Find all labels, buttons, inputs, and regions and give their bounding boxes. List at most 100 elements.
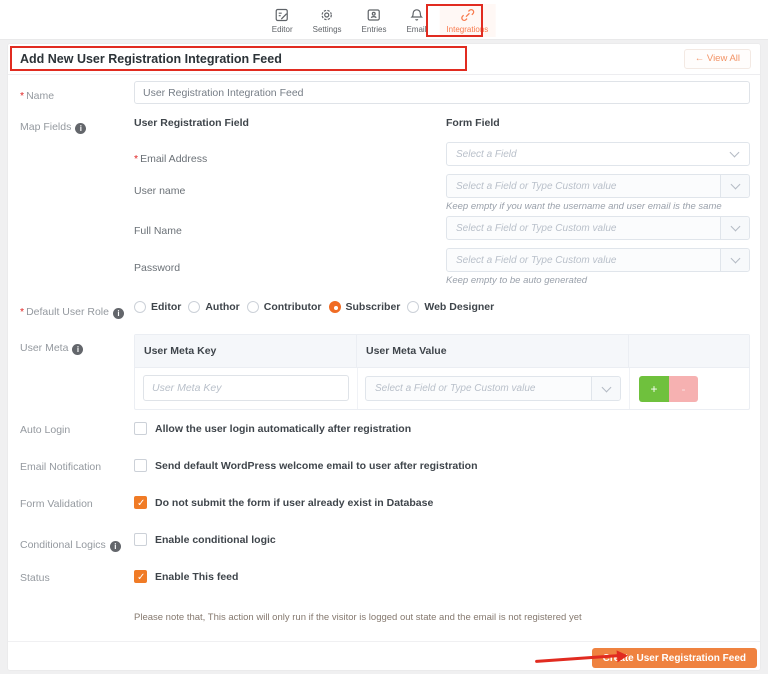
tab-editor-label: Editor bbox=[272, 25, 293, 34]
password-helper-text: Keep empty to be auto generated bbox=[446, 275, 587, 286]
radio-icon[interactable] bbox=[247, 301, 259, 313]
name-label: Name bbox=[26, 90, 54, 102]
default-user-role-row-label: *Default User Role bbox=[20, 302, 124, 320]
select-placeholder: Select a Field or Type Custom value bbox=[447, 223, 720, 234]
user-meta-label: User Meta bbox=[20, 342, 68, 354]
create-feed-button[interactable]: Create User Registration Feed bbox=[592, 648, 757, 668]
checkbox-icon-checked[interactable] bbox=[134, 570, 147, 583]
conditional-logics-info-icon[interactable] bbox=[110, 541, 121, 552]
radio-option-contributor[interactable]: Contributor bbox=[247, 301, 322, 313]
radio-icon-checked[interactable] bbox=[329, 301, 341, 313]
checkbox-label: Enable conditional logic bbox=[155, 534, 276, 546]
fullname-select-dropdown-button[interactable] bbox=[720, 217, 749, 239]
form-toolbar: Editor Settings Entries bbox=[0, 0, 768, 40]
tab-integrations[interactable]: Integrations bbox=[439, 4, 495, 37]
map-field-name-fullname: Full Name bbox=[134, 225, 182, 237]
tab-editor[interactable]: Editor bbox=[265, 4, 300, 37]
page-title: Add New User Registration Integration Fe… bbox=[20, 52, 282, 66]
tab-email[interactable]: Email bbox=[399, 4, 433, 37]
required-asterisk: * bbox=[20, 306, 24, 318]
add-meta-row-button[interactable]: + bbox=[639, 376, 669, 402]
checkbox-label: Allow the user login automatically after… bbox=[155, 423, 411, 435]
page: Editor Settings Entries bbox=[0, 0, 768, 674]
email-notification-label: Email Notification bbox=[20, 461, 101, 473]
radio-label: Editor bbox=[151, 301, 181, 313]
radio-icon[interactable] bbox=[188, 301, 200, 313]
chevron-down-icon bbox=[730, 180, 740, 190]
username-select[interactable]: Select a Field or Type Custom value bbox=[446, 174, 750, 198]
status-checkbox-row[interactable]: Enable This feed bbox=[134, 570, 238, 583]
checkbox-icon-checked[interactable] bbox=[134, 496, 147, 509]
password-select[interactable]: Select a Field or Type Custom value bbox=[446, 248, 750, 272]
user-meta-row-label: User Meta bbox=[20, 338, 83, 356]
username-select-dropdown-button[interactable] bbox=[720, 175, 749, 197]
remove-meta-row-button[interactable]: - bbox=[669, 376, 698, 402]
select-placeholder: Select a Field or Type Custom value bbox=[447, 255, 720, 266]
required-asterisk: * bbox=[134, 153, 138, 165]
email-address-select[interactable]: Select a Field bbox=[446, 142, 750, 166]
user-meta-value-header: User Meta Value bbox=[357, 335, 629, 367]
integrations-link-icon bbox=[459, 7, 475, 23]
password-select-dropdown-button[interactable] bbox=[720, 249, 749, 271]
select-placeholder: Select a Field or Type Custom value bbox=[366, 383, 591, 394]
map-fields-info-icon[interactable] bbox=[75, 123, 86, 134]
radio-label: Subscriber bbox=[346, 301, 401, 313]
column-header-form-field: Form Field bbox=[446, 117, 500, 129]
chevron-down-icon bbox=[730, 148, 740, 158]
user-meta-info-icon[interactable] bbox=[72, 344, 83, 355]
radio-option-editor[interactable]: Editor bbox=[134, 301, 181, 313]
conditional-logics-label: Conditional Logics bbox=[20, 539, 106, 551]
default-user-role-label: Default User Role bbox=[26, 306, 109, 318]
integration-feed-card: Add New User Registration Integration Fe… bbox=[8, 44, 760, 670]
auto-login-label: Auto Login bbox=[20, 424, 70, 436]
checkbox-label: Do not submit the form if user already e… bbox=[155, 497, 433, 509]
footer-divider bbox=[8, 641, 760, 642]
checkbox-label: Send default WordPress welcome email to … bbox=[155, 460, 477, 472]
checkbox-icon[interactable] bbox=[134, 422, 147, 435]
tab-entries-label: Entries bbox=[362, 25, 387, 34]
user-meta-table: User Meta Key User Meta Value Select a F… bbox=[134, 334, 750, 410]
view-all-button[interactable]: ← View All bbox=[684, 49, 751, 69]
chevron-down-icon bbox=[601, 382, 611, 392]
checkbox-label: Enable This feed bbox=[155, 571, 238, 583]
column-divider bbox=[357, 368, 358, 409]
toolbar-nav-group: Editor Settings Entries bbox=[265, 0, 496, 40]
radio-option-subscriber[interactable]: Subscriber bbox=[329, 301, 401, 313]
radio-icon[interactable] bbox=[134, 301, 146, 313]
checkbox-icon[interactable] bbox=[134, 533, 147, 546]
radio-label: Author bbox=[205, 301, 239, 313]
user-meta-select-dropdown-button[interactable] bbox=[591, 377, 620, 400]
checkbox-icon[interactable] bbox=[134, 459, 147, 472]
conditional-logic-checkbox-row[interactable]: Enable conditional logic bbox=[134, 533, 276, 546]
default-user-role-info-icon[interactable] bbox=[113, 308, 124, 319]
tab-email-label: Email bbox=[406, 25, 426, 34]
fullname-select[interactable]: Select a Field or Type Custom value bbox=[446, 216, 750, 240]
map-field-name-password: Password bbox=[134, 262, 180, 274]
user-meta-value-select[interactable]: Select a Field or Type Custom value bbox=[365, 376, 621, 401]
map-field-name-email: *Email Address bbox=[134, 149, 207, 167]
user-meta-key-header: User Meta Key bbox=[135, 335, 357, 367]
email-notification-checkbox-row[interactable]: Send default WordPress welcome email to … bbox=[134, 459, 477, 472]
tab-entries[interactable]: Entries bbox=[355, 4, 394, 37]
required-asterisk: * bbox=[20, 90, 24, 102]
user-meta-body-row: Select a Field or Type Custom value + - bbox=[135, 368, 749, 409]
select-placeholder: Select a Field or Type Custom value bbox=[447, 181, 720, 192]
chevron-down-icon bbox=[730, 222, 740, 232]
column-header-user-registration-field: User Registration Field bbox=[134, 117, 249, 129]
tab-integrations-label: Integrations bbox=[446, 25, 488, 34]
entries-icon bbox=[366, 7, 382, 23]
form-validation-label: Form Validation bbox=[20, 498, 93, 510]
editor-icon bbox=[274, 7, 290, 23]
form-validation-checkbox-row[interactable]: Do not submit the form if user already e… bbox=[134, 496, 433, 509]
feed-name-input[interactable] bbox=[134, 81, 750, 104]
radio-option-author[interactable]: Author bbox=[188, 301, 239, 313]
radio-icon[interactable] bbox=[407, 301, 419, 313]
email-bell-icon bbox=[408, 7, 424, 23]
auto-login-checkbox-row[interactable]: Allow the user login automatically after… bbox=[134, 422, 411, 435]
radio-option-web-designer[interactable]: Web Designer bbox=[407, 301, 494, 313]
tab-settings[interactable]: Settings bbox=[306, 4, 349, 37]
map-fields-label: Map Fields bbox=[20, 121, 71, 133]
card-header: Add New User Registration Integration Fe… bbox=[8, 44, 760, 75]
user-meta-key-input[interactable] bbox=[143, 375, 349, 401]
name-row-label: *Name bbox=[20, 86, 54, 104]
